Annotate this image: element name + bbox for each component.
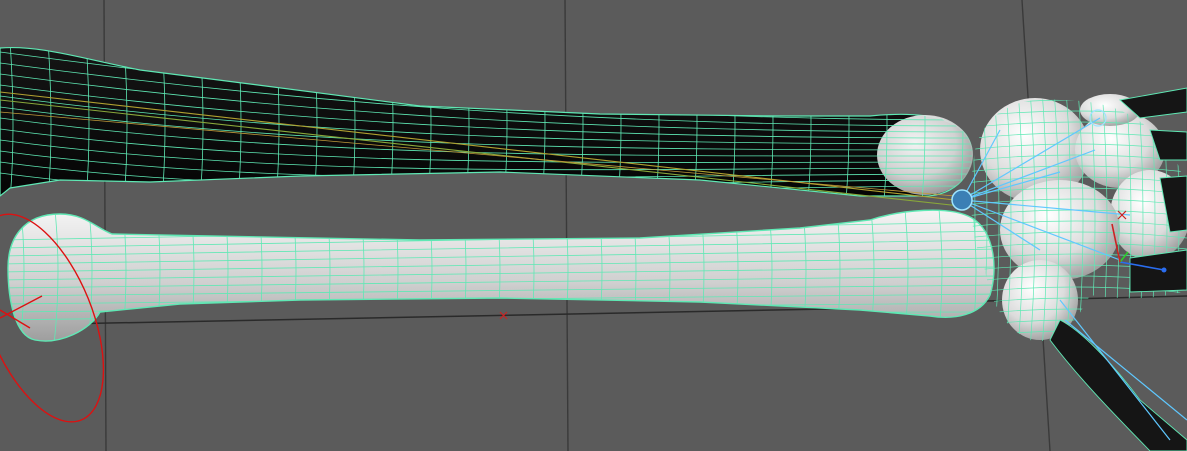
3d-viewport[interactable] [0,0,1187,451]
wrist-joint-icon[interactable] [951,189,973,211]
viewport-scene[interactable] [0,0,1187,451]
